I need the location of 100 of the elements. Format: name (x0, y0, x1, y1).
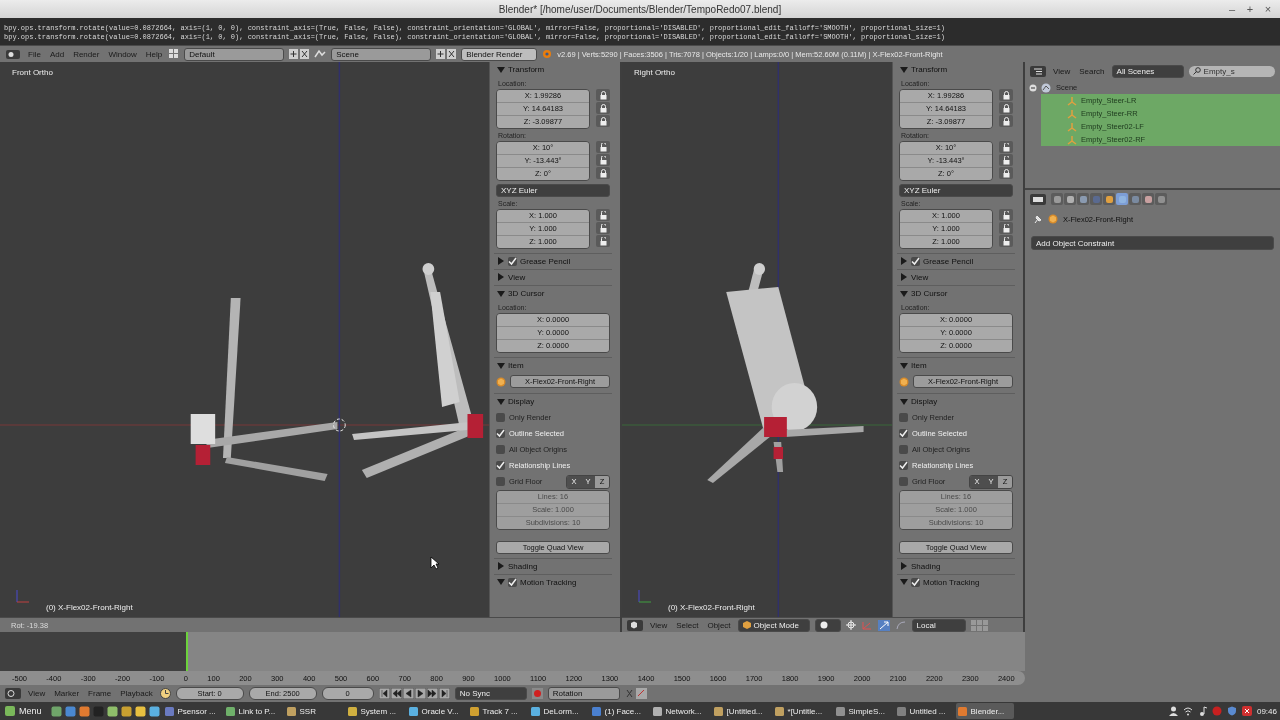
app-launcher-icon[interactable] (106, 705, 118, 717)
add-constraint-dropdown[interactable]: Add Object Constraint (1031, 236, 1274, 250)
properties-tab[interactable] (1103, 193, 1115, 205)
window-control-button[interactable]: × (1262, 3, 1274, 15)
checkbox[interactable] (899, 477, 908, 486)
menu-item[interactable]: Window (106, 49, 139, 59)
section-title[interactable]: Motion Tracking (520, 577, 577, 587)
layout-field[interactable]: Default (184, 47, 285, 61)
checkbox[interactable] (496, 429, 505, 438)
section-title[interactable]: Grease Pencil (520, 256, 571, 266)
menu-item[interactable]: Marker (52, 689, 82, 698)
section-title[interactable]: Item (911, 361, 927, 370)
section-title[interactable]: Grease Pencil (923, 256, 974, 266)
expand-triangle-icon[interactable] (900, 397, 908, 406)
playback-button-icon[interactable] (390, 688, 402, 699)
properties-tab[interactable] (1142, 193, 1154, 205)
section-title[interactable]: Shading (508, 561, 538, 571)
playback-button-icon[interactable] (402, 688, 414, 699)
menu-item[interactable]: Object (705, 620, 733, 630)
menu-item[interactable]: Render (71, 49, 102, 59)
scene-field[interactable]: Scene (331, 47, 432, 61)
section-title[interactable]: 3D Cursor (911, 289, 948, 298)
3d-viewport[interactable]: Right Ortho (0) X-Flex02-Front-Right (622, 62, 892, 617)
expand-triangle-icon[interactable] (497, 562, 505, 570)
checkbox[interactable] (899, 445, 908, 454)
taskbar-window-button[interactable]: *[Untitle... (772, 703, 831, 719)
expand-triangle-icon[interactable] (497, 65, 505, 74)
add-remove-icon[interactable] (436, 49, 457, 59)
search-field[interactable]: Empty_s (1188, 65, 1275, 77)
clock-icon[interactable] (159, 688, 171, 699)
checkbox[interactable] (496, 461, 505, 470)
lock-toggle[interactable] (999, 209, 1013, 221)
expand-triangle-icon[interactable] (900, 562, 908, 570)
app-launcher-icon[interactable] (120, 705, 132, 717)
menu-item[interactable]: File (26, 49, 43, 59)
window-control-button[interactable]: + (1244, 3, 1256, 15)
taskbar-window-button[interactable]: System ... (345, 703, 404, 719)
rotation-mode-dropdown[interactable]: XYZ Euler (899, 184, 1013, 197)
keying-set-field[interactable]: Rotation (547, 687, 620, 700)
sync-dropdown[interactable]: No Sync (454, 687, 527, 700)
editor-type-icon[interactable] (1030, 193, 1046, 205)
editor-type-icon[interactable] (627, 619, 643, 631)
pivot-icon[interactable] (845, 620, 856, 630)
checkbox[interactable] (899, 429, 908, 438)
taskbar-window-button[interactable]: Link to P... (223, 703, 282, 719)
model-drawing[interactable] (707, 263, 864, 483)
app-launcher-icon[interactable] (78, 705, 90, 717)
lock-toggle[interactable] (596, 209, 610, 221)
expand-triangle-icon[interactable] (900, 273, 908, 281)
section-title[interactable]: View (911, 272, 929, 282)
lock-toggle[interactable] (596, 89, 610, 101)
section-title[interactable]: Transform (508, 65, 545, 74)
editor-type-icon[interactable] (1030, 65, 1046, 77)
menu-item[interactable]: Frame (86, 689, 114, 698)
playback-button-icon[interactable] (426, 688, 438, 699)
lock-toggle[interactable] (596, 141, 610, 153)
shading-dropdown[interactable] (814, 618, 841, 632)
lock-toggle[interactable] (999, 141, 1013, 153)
section-title[interactable]: View (508, 272, 526, 282)
expand-triangle-icon[interactable] (497, 257, 505, 265)
window-control-button[interactable]: – (1226, 3, 1238, 15)
taskbar-window-button[interactable]: Blender... (955, 703, 1014, 719)
lock-toggle[interactable] (999, 89, 1013, 101)
taskbar-window-button[interactable]: Untitled ... (894, 703, 953, 719)
menu-item[interactable]: Playback (118, 689, 155, 698)
shield-icon[interactable] (1226, 706, 1237, 716)
expand-triangle-icon[interactable] (497, 578, 505, 586)
expand-triangle-icon[interactable] (497, 361, 505, 370)
taskbar-window-button[interactable]: SSR (284, 703, 343, 719)
section-title[interactable]: Motion Tracking (923, 577, 980, 587)
lock-toggle[interactable] (999, 154, 1013, 166)
section-title[interactable]: Item (508, 361, 524, 370)
menu-item[interactable]: View (1051, 66, 1073, 76)
collapse-icon[interactable] (1029, 83, 1037, 92)
section-title[interactable]: Shading (911, 561, 941, 571)
expand-triangle-icon[interactable] (497, 273, 505, 281)
menu-item[interactable]: View (26, 689, 48, 698)
expand-triangle-icon[interactable] (900, 289, 908, 298)
playback-button-icon[interactable] (378, 688, 390, 699)
playback-button-icon[interactable] (438, 688, 450, 699)
expand-triangle-icon[interactable] (900, 361, 908, 370)
section-title[interactable]: Transform (911, 65, 948, 74)
checkbox[interactable] (899, 461, 908, 470)
taskbar-window-button[interactable]: DeLorm... (528, 703, 587, 719)
status-dot-icon[interactable] (1211, 706, 1222, 716)
rotation-mode-dropdown[interactable]: XYZ Euler (496, 184, 610, 197)
expand-triangle-icon[interactable] (900, 257, 908, 265)
start-menu-button[interactable]: Menu (3, 706, 48, 716)
wifi-icon[interactable] (1182, 706, 1193, 716)
expand-triangle-icon[interactable] (900, 578, 908, 586)
section-title[interactable]: Display (508, 397, 535, 406)
taskbar-window-button[interactable]: (1) Face... (589, 703, 648, 719)
lock-toggle[interactable] (999, 167, 1013, 179)
pin-icon[interactable] (1033, 214, 1043, 224)
scene-icon[interactable] (314, 49, 327, 59)
lock-toggle[interactable] (596, 222, 610, 234)
lock-toggle[interactable] (999, 222, 1013, 234)
app-launcher-icon[interactable] (64, 705, 76, 717)
model-drawing[interactable] (190, 263, 484, 481)
checkbox[interactable] (911, 256, 920, 266)
